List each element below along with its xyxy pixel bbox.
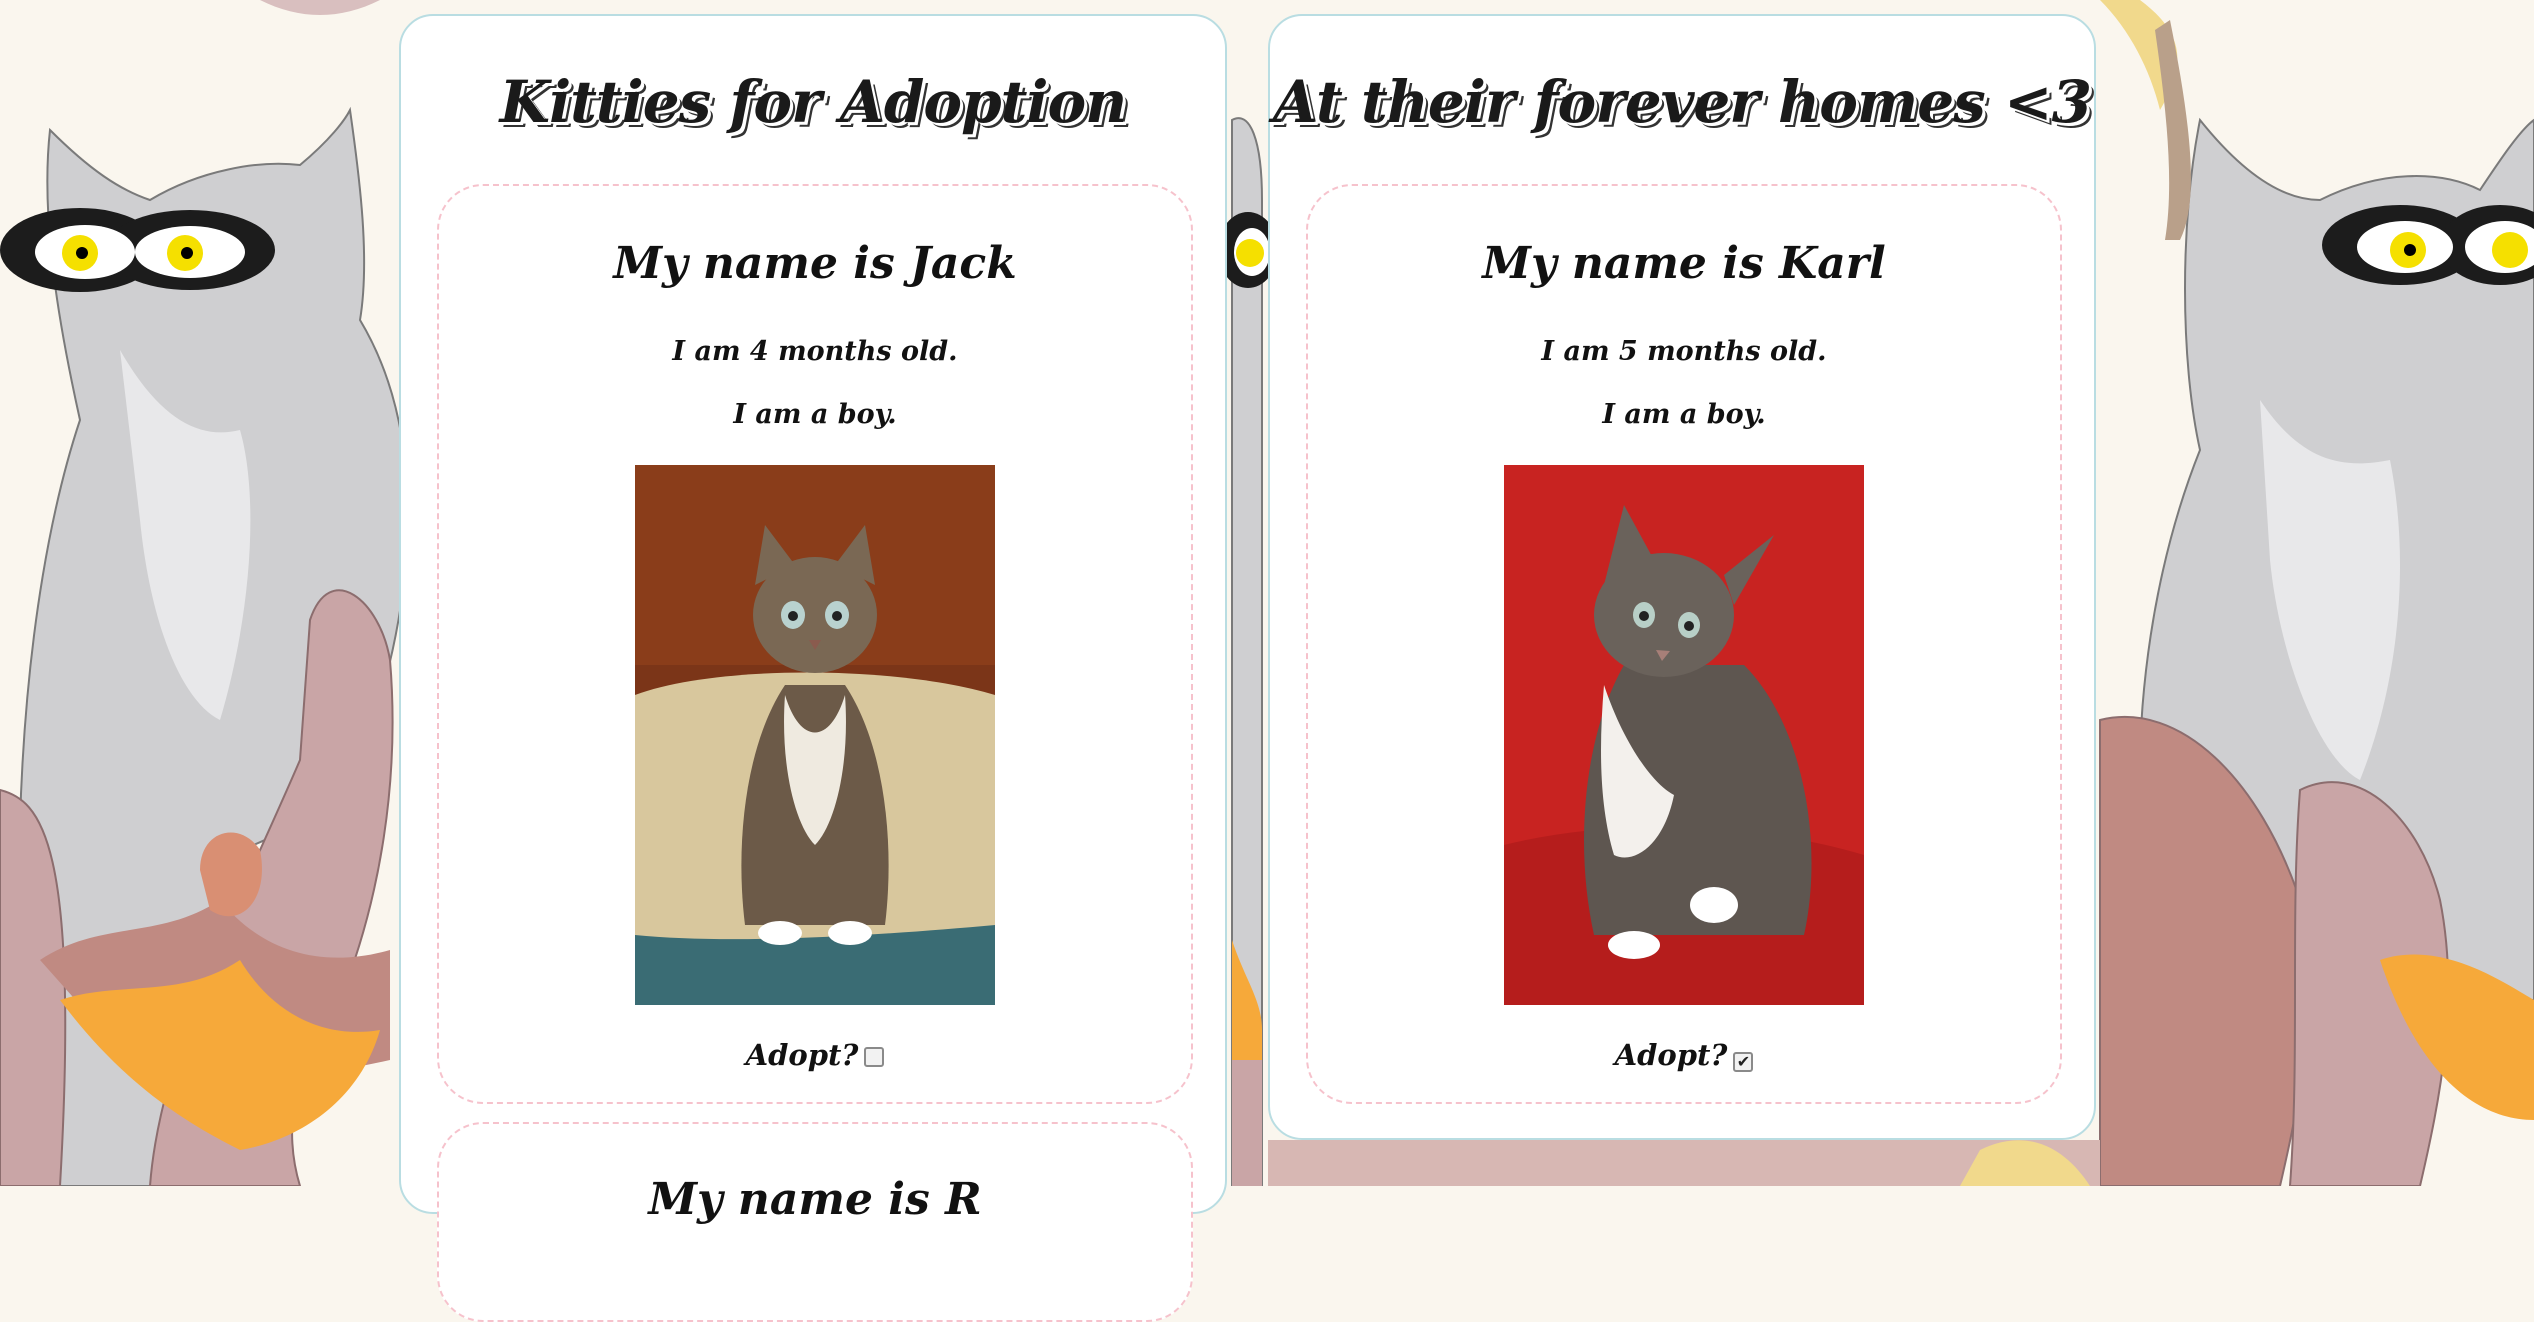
kitty-name: My name is Karl (1482, 238, 1886, 289)
kitty-gender: I am a boy. (733, 399, 897, 430)
kitty-card-jack: My name is Jack I am 4 months old. I am … (437, 184, 1193, 1104)
kitty-gender: I am a boy. (1602, 399, 1766, 430)
adopt-checkbox[interactable] (864, 1047, 885, 1067)
cat-wallpaper (0, 0, 2534, 1186)
kitty-age: I am 5 months old. (1541, 336, 1827, 367)
adopt-label: Adopt? (745, 1038, 859, 1072)
kitty-age: I am 4 months old. (672, 336, 958, 367)
adopt-row: Adopt? (439, 1038, 1191, 1072)
kitty-photo (1504, 465, 1864, 1005)
adopt-label: Adopt? (1614, 1038, 1728, 1072)
kitty-card-karl: My name is Karl I am 5 months old. I am … (1306, 184, 2062, 1104)
kitty-name: My name is R (648, 1174, 982, 1225)
kitty-card-next: My name is R (437, 1122, 1193, 1322)
adoption-panel: Kitties for Adoption My name is Jack I a… (399, 14, 1227, 1322)
forever-homes-panel: At their forever homes <3 My name is Kar… (1268, 14, 2096, 1140)
adopt-row: Adopt? ✔ (1308, 1038, 2060, 1072)
kitty-name: My name is Jack (613, 238, 1017, 289)
adopt-checkbox[interactable]: ✔ (1733, 1052, 1754, 1072)
panel-title: Kitties for Adoption (499, 68, 1128, 136)
panel-title: At their forever homes <3 (1273, 68, 2092, 136)
kitty-photo (635, 465, 995, 1005)
